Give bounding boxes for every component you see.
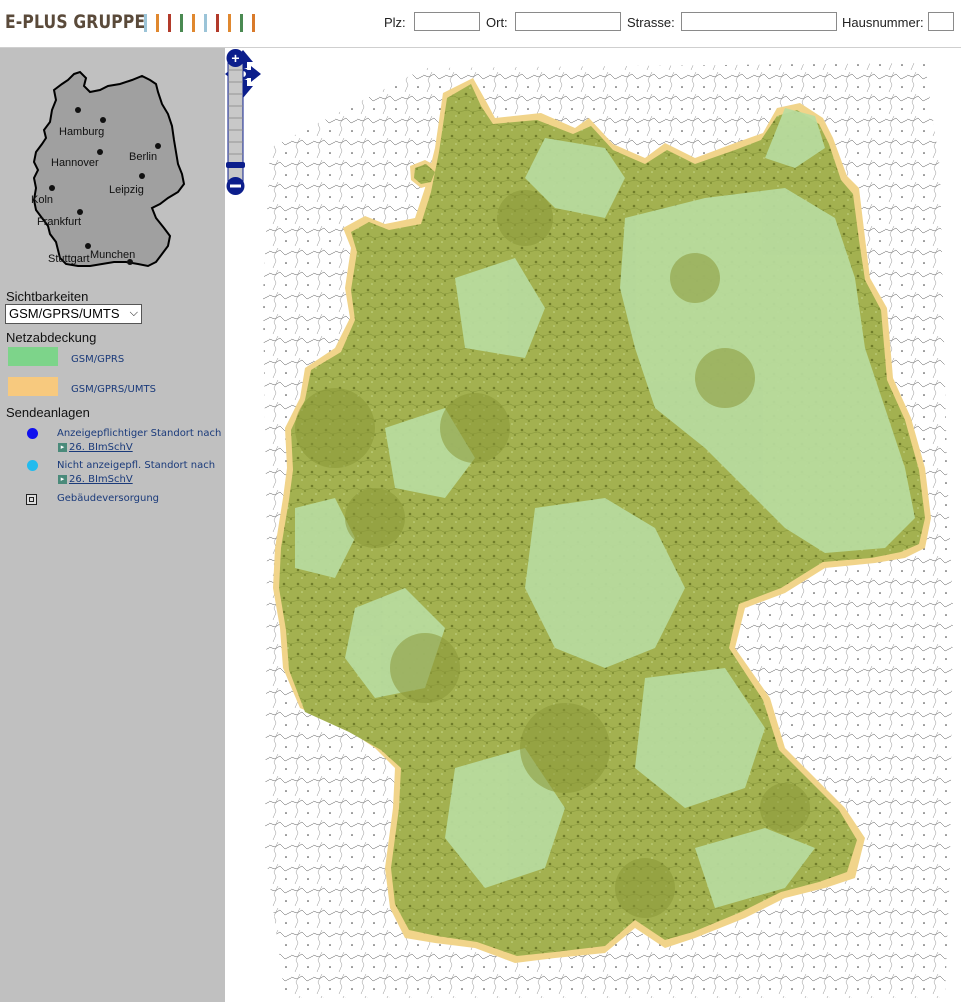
logo-stripe: [192, 14, 195, 32]
header-bar: E-PLUS GRUPPE Plz: Ort: Strasse: Hausnum…: [0, 0, 961, 48]
mandatory-site-icon: [27, 428, 38, 439]
germany-minimap[interactable]: Hamburg Berlin Hannover Leipzig Koln Fra…: [28, 66, 193, 271]
city-berlin: Berlin: [129, 151, 157, 163]
visibility-selected-value: GSM/GPRS/UMTS: [9, 306, 120, 321]
sidebar: Hamburg Berlin Hannover Leipzig Koln Fra…: [0, 48, 225, 1002]
zoom-slider-handle: [226, 162, 245, 168]
gsm-gprs-umts-label: GSM/GPRS/UMTS: [71, 384, 156, 395]
logo-stripe: [156, 14, 159, 32]
plz-label: Plz:: [384, 15, 406, 30]
logo-stripe: [228, 14, 231, 32]
mandatory-site-label: Anzeigepflichtiger Standort nach: [57, 428, 222, 439]
nonmandatory-site-icon: [27, 460, 38, 471]
logo-stripe: [252, 14, 255, 32]
logo-stripe: [144, 14, 147, 32]
visibility-select[interactable]: GSM/GPRS/UMTS ⌵: [5, 304, 142, 324]
city-hannover: Hannover: [51, 157, 99, 169]
city-leipzig: Leipzig: [109, 184, 144, 196]
city-stuttgart: Stuttgart: [48, 253, 90, 265]
germany-outline: [32, 70, 186, 268]
gsm-gprs-umts-swatch: [8, 377, 58, 396]
logo-stripe: [216, 14, 219, 32]
city-hamburg: Hamburg: [59, 126, 104, 138]
ort-input[interactable]: [515, 12, 621, 31]
city-koln: Koln: [31, 194, 53, 206]
arrow-right-icon: ▸: [58, 474, 67, 484]
ort-label: Ort:: [486, 15, 508, 30]
plz-input[interactable]: [414, 12, 480, 31]
svg-text:+: +: [231, 50, 239, 66]
gsm-gprs-label: GSM/GPRS: [71, 354, 125, 365]
eplus-logo: E-PLUS GRUPPE: [5, 11, 146, 33]
strasse-input[interactable]: [681, 12, 837, 31]
sites-title: Sendeanlagen: [6, 405, 90, 420]
pan-right-icon: [247, 66, 261, 82]
hausnummer-input[interactable]: [928, 12, 954, 31]
coverage-map[interactable]: +: [225, 48, 961, 1002]
arrow-right-icon: ▸: [58, 442, 67, 452]
strasse-label: Strasse:: [627, 15, 675, 30]
coverage-title: Netzabdeckung: [6, 330, 97, 345]
logo-stripe: [240, 14, 243, 32]
building-coverage-icon: [26, 494, 37, 505]
city-munchen-label: Munchen: [90, 249, 136, 261]
chevron-down-icon: ⌵: [129, 307, 138, 319]
visibility-title: Sichtbarkeiten: [6, 289, 89, 304]
logo-stripe: [180, 14, 183, 32]
zoom-bar[interactable]: +: [225, 48, 246, 196]
building-coverage-label: Gebäudeversorgung: [57, 493, 160, 504]
nonmandatory-site-label: Nicht anzeigepfl. Standort nach: [57, 460, 216, 471]
logo-stripe: [204, 14, 207, 32]
city-frankfurt: Frankfurt: [37, 216, 81, 228]
nonmandatory-site-link[interactable]: ▸ 26. BImSchV: [58, 474, 133, 485]
gsm-gprs-swatch: [8, 347, 58, 366]
coverage-map-canvas: [263, 63, 953, 998]
logo-stripe: [168, 14, 171, 32]
hausnummer-label: Hausnummer:: [842, 15, 924, 30]
mandatory-site-link[interactable]: ▸ 26. BImSchV: [58, 442, 133, 453]
